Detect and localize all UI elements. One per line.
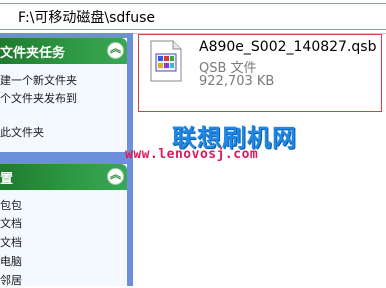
- task-pane: 文件夹任务 ︽ 建一个新文件夹 个文件夹发布到 此文件夹 置 ︽ 包包 文档 文…: [0, 33, 133, 287]
- place-link-2[interactable]: 文档: [0, 215, 22, 231]
- collapse-icon[interactable]: ︽: [107, 168, 124, 185]
- address-bar: F:\可移动磁盘\sdfuse: [0, 0, 386, 34]
- file-tasks-header[interactable]: 文件夹任务 ︽: [0, 38, 127, 64]
- file-size: 922,703 KB: [199, 74, 275, 89]
- other-places-panel: 置 ︽ 包包 文档 文档 电脑 邻居: [0, 164, 127, 287]
- file-tasks-panel: 文件夹任务 ︽ 建一个新文件夹 个文件夹发布到 此文件夹: [0, 38, 127, 152]
- address-field[interactable]: F:\可移动磁盘\sdfuse: [0, 3, 386, 30]
- task-link-publish-folder[interactable]: 个文件夹发布到: [0, 90, 77, 106]
- other-places-title: 置: [0, 172, 14, 187]
- place-link-4[interactable]: 电脑: [0, 253, 22, 269]
- task-link-new-folder[interactable]: 建一个新文件夹: [0, 72, 77, 88]
- other-places-body: 包包 文档 文档 电脑 邻居: [0, 190, 127, 287]
- address-path[interactable]: F:\可移动磁盘\sdfuse: [18, 7, 155, 27]
- task-link-share-folder[interactable]: 此文件夹: [0, 124, 44, 140]
- other-places-header[interactable]: 置 ︽: [0, 164, 127, 190]
- place-link-3[interactable]: 文档: [0, 234, 22, 250]
- place-link-1[interactable]: 包包: [0, 197, 22, 213]
- file-tasks-body: 建一个新文件夹 个文件夹发布到 此文件夹: [0, 64, 127, 152]
- file-tasks-title: 文件夹任务: [0, 46, 66, 61]
- file-name: A890e_S002_140827.qsb: [199, 39, 377, 55]
- collapse-icon[interactable]: ︽: [107, 42, 124, 59]
- file-item[interactable]: A890e_S002_140827.qsb QSB 文件 922,703 KB: [138, 34, 382, 112]
- watermark-url: www.lenovosj.com: [125, 147, 259, 162]
- document-file-icon: [150, 40, 182, 82]
